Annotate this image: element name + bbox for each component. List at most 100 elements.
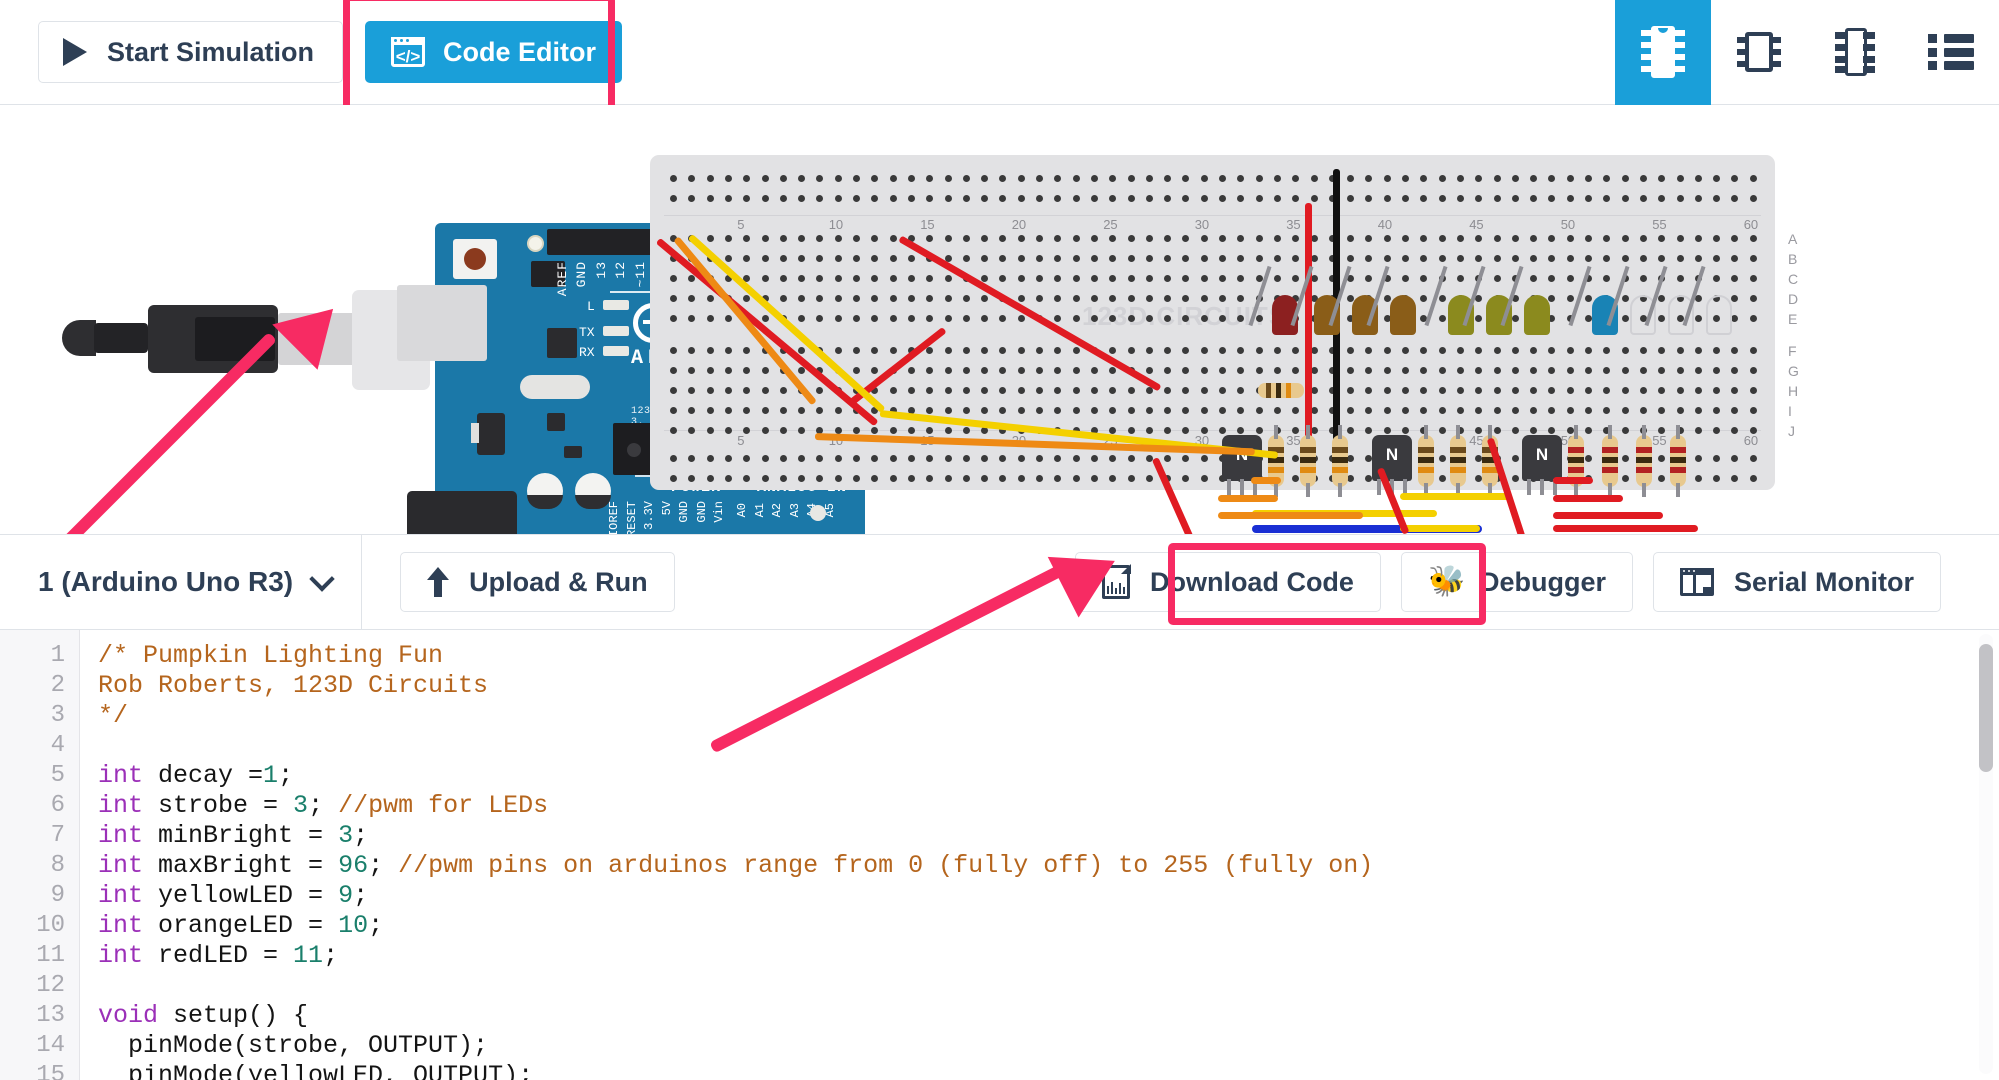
code-line[interactable]: int minBright = 3; xyxy=(98,821,1999,851)
resistor-leg xyxy=(1676,483,1680,497)
red-jumper[interactable] xyxy=(1553,512,1663,519)
resistor[interactable] xyxy=(1450,435,1466,487)
analog-pin-A1: A1 xyxy=(752,503,767,518)
ghost-led[interactable] xyxy=(1706,295,1732,335)
board-selector[interactable]: 1 (Arduino Uno R3) xyxy=(0,534,363,630)
bb-col-20: 20 xyxy=(1011,217,1027,232)
yellow-jumper[interactable] xyxy=(1400,493,1510,500)
bb-row-H: H xyxy=(1788,383,1799,399)
orange-jumper[interactable] xyxy=(1218,495,1278,502)
document-download-icon xyxy=(1101,564,1131,599)
bb-col-35: 35 xyxy=(1286,433,1301,448)
orange-led[interactable] xyxy=(1390,295,1416,335)
npn-transistor[interactable]: N xyxy=(1222,435,1262,481)
circuit-canvas[interactable]: AREFGND1312~11~10~987~6~54~32TX→1RX←0 DI… xyxy=(0,105,1999,535)
code-line[interactable]: void setup() { xyxy=(98,1001,1999,1031)
resistor-leg xyxy=(1642,425,1646,439)
bb-col-55: 55 xyxy=(1652,217,1667,232)
usb-b-port[interactable] xyxy=(397,285,487,361)
bb-row-E: E xyxy=(1788,311,1798,327)
power-pin-3.3V: 3.3V xyxy=(642,501,656,530)
red-jumper[interactable] xyxy=(1553,477,1593,484)
resistor-leg xyxy=(1306,483,1310,497)
code-toolbar: 1 (Arduino Uno R3) Upload & Run Download… xyxy=(0,534,1999,630)
npn-transistor[interactable]: N xyxy=(1522,435,1562,481)
resistor[interactable] xyxy=(1602,435,1618,487)
line-number: 2 xyxy=(50,672,65,699)
code-editor-button[interactable]: </> Code Editor xyxy=(365,21,623,83)
power-pin-Vin: Vin xyxy=(712,501,726,523)
resistor[interactable] xyxy=(1332,435,1348,487)
code-line[interactable] xyxy=(98,971,1999,1001)
code-line[interactable]: Rob Roberts, 123D Circuits xyxy=(98,671,1999,701)
bb-row-C: C xyxy=(1788,271,1799,287)
line-number: 12 xyxy=(36,972,65,999)
bb-col-40: 40 xyxy=(1377,217,1393,232)
code-line[interactable]: pinMode(strobe, OUTPUT); xyxy=(98,1031,1999,1061)
code-line[interactable]: int redLED = 11; xyxy=(98,941,1999,971)
schematic-view-button[interactable] xyxy=(1711,0,1807,105)
play-icon xyxy=(63,38,87,66)
digital-pin-GND: GND xyxy=(574,261,590,288)
line-number: 8 xyxy=(50,852,65,879)
resistor-leg xyxy=(1274,425,1278,439)
barrel-jack[interactable] xyxy=(407,491,517,534)
view-mode-group xyxy=(1615,0,1999,105)
code-line[interactable]: */ xyxy=(98,701,1999,731)
voltage-regulator xyxy=(477,413,505,455)
upload-run-button[interactable]: Upload & Run xyxy=(400,552,675,612)
editor-scrollbar-thumb[interactable] xyxy=(1979,644,1993,772)
resistor[interactable] xyxy=(1636,435,1652,487)
transistor-label: N xyxy=(1535,445,1549,464)
debugger-button[interactable]: 🐝 Debugger xyxy=(1400,552,1633,612)
list-view-button[interactable] xyxy=(1903,0,1999,105)
bb-row-F: F xyxy=(1788,343,1797,359)
line-number: 3 xyxy=(50,702,65,729)
code-line[interactable]: int orangeLED = 10; xyxy=(98,911,1999,941)
yellow-jumper[interactable] xyxy=(1400,525,1480,532)
pcb-view-button[interactable] xyxy=(1807,0,1903,105)
resistor-leg xyxy=(1608,425,1612,439)
red-jumper[interactable] xyxy=(1553,495,1623,502)
code-line[interactable] xyxy=(98,731,1999,761)
smd-chip xyxy=(547,413,565,431)
led-label-L: L xyxy=(587,299,595,314)
chip-outline-icon xyxy=(1737,26,1781,78)
download-code-button[interactable]: Download Code xyxy=(1074,552,1381,612)
bb-row-G: G xyxy=(1788,363,1799,379)
code-line[interactable]: pinMode(yellowLED, OUTPUT); xyxy=(98,1061,1999,1080)
serial-monitor-button[interactable]: Serial Monitor xyxy=(1652,552,1941,612)
code-text-area[interactable]: /* Pumpkin Lighting Fun Rob Roberts, 123D… xyxy=(80,630,1999,1080)
code-line[interactable]: int yellowLED = 9; xyxy=(98,881,1999,911)
code-line[interactable]: int decay =1; xyxy=(98,761,1999,791)
code-line[interactable]: int strobe = 3; //pwm for LEDs xyxy=(98,791,1999,821)
red-jumper[interactable] xyxy=(1553,525,1698,532)
bb-col-10: 10 xyxy=(828,217,844,232)
power-pin-GND: GND xyxy=(677,501,691,523)
monitor-window-icon xyxy=(1679,568,1714,596)
usb-controller-chip xyxy=(547,328,577,358)
code-editor-panel[interactable]: 1 2 3 4 5 6 7 8 9 10 11 12 13 14 15 /* Pumpkin Lightin… xyxy=(0,630,1999,1080)
orange-jumper[interactable] xyxy=(1251,477,1281,484)
bb-row-B: B xyxy=(1788,251,1798,267)
resistor[interactable] xyxy=(1418,435,1434,487)
resistor[interactable] xyxy=(1670,435,1686,487)
line-number: 15 xyxy=(36,1062,65,1080)
start-simulation-label: Start Simulation xyxy=(107,36,315,67)
analog-pin-A0: A0 xyxy=(735,503,749,518)
code-line[interactable]: /* Pumpkin Lighting Fun xyxy=(98,641,1999,671)
resistor[interactable] xyxy=(1300,435,1316,487)
transistor-leg xyxy=(1240,479,1244,495)
reset-button[interactable] xyxy=(453,239,497,279)
download-code-label: Download Code xyxy=(1149,566,1354,597)
orange-jumper[interactable] xyxy=(1218,512,1363,519)
resistor[interactable] xyxy=(1258,383,1304,398)
serial-monitor-label: Serial Monitor xyxy=(1733,566,1914,597)
start-simulation-button[interactable]: Start Simulation xyxy=(38,21,344,83)
upload-run-label: Upload & Run xyxy=(469,566,648,597)
yellow-led[interactable] xyxy=(1524,295,1550,335)
components-view-button[interactable] xyxy=(1615,0,1711,105)
code-line[interactable]: int maxBright = 96; //pwm pins on arduin… xyxy=(98,851,1999,881)
line-number: 6 xyxy=(50,792,65,819)
chip-dashed-icon xyxy=(1833,26,1877,78)
